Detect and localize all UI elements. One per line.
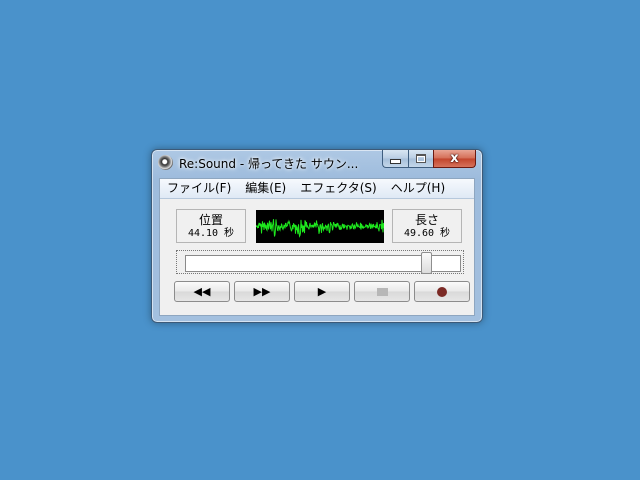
menu-edit[interactable]: 編集(E) — [238, 179, 293, 198]
seek-thumb[interactable] — [420, 252, 432, 274]
title-bar[interactable]: Re:Sound - 帰ってきた サウン... x — [152, 150, 482, 175]
length-display: 長さ 49.60 秒 — [392, 209, 462, 243]
client-area: ファイル(F) 編集(E) エフェクタ(S) ヘルプ(H) 位置 44.10 秒… — [159, 178, 475, 316]
minimize-icon — [390, 159, 401, 164]
seek-bar[interactable] — [185, 255, 461, 272]
menu-bar: ファイル(F) 編集(E) エフェクタ(S) ヘルプ(H) — [160, 179, 474, 199]
record-button[interactable] — [414, 281, 470, 302]
caption-buttons: x — [382, 150, 476, 169]
play-icon: ▶ — [317, 285, 327, 298]
position-value: 44.10 秒 — [187, 228, 235, 239]
transport-controls: ◀◀ ▶▶ ▶ — [174, 281, 470, 302]
close-button[interactable]: x — [433, 150, 476, 168]
menu-effector[interactable]: エフェクタ(S) — [293, 179, 384, 198]
rewind-icon: ◀◀ — [193, 285, 211, 298]
fast-forward-button[interactable]: ▶▶ — [234, 281, 290, 302]
stop-button[interactable] — [354, 281, 410, 302]
close-icon: x — [450, 151, 459, 166]
play-button[interactable]: ▶ — [294, 281, 350, 302]
waveform-display — [256, 210, 384, 243]
stop-icon — [376, 287, 388, 296]
menu-help[interactable]: ヘルプ(H) — [384, 179, 452, 198]
speaker-icon[interactable] — [158, 155, 173, 170]
position-label: 位置 — [198, 213, 223, 227]
length-value: 49.60 秒 — [403, 228, 451, 239]
menu-file[interactable]: ファイル(F) — [160, 179, 238, 198]
app-window: Re:Sound - 帰ってきた サウン... x ファイル(F) 編集(E) … — [151, 149, 483, 323]
rewind-button[interactable]: ◀◀ — [174, 281, 230, 302]
maximize-button[interactable] — [408, 150, 433, 168]
fast-forward-icon: ▶▶ — [253, 285, 271, 298]
minimize-button[interactable] — [382, 150, 408, 168]
window-title: Re:Sound - 帰ってきた サウン... — [179, 157, 359, 171]
maximize-icon — [416, 154, 426, 163]
length-label: 長さ — [414, 213, 439, 227]
seek-bar-focus-frame — [176, 250, 464, 274]
record-icon — [437, 286, 447, 297]
position-display: 位置 44.10 秒 — [176, 209, 246, 243]
